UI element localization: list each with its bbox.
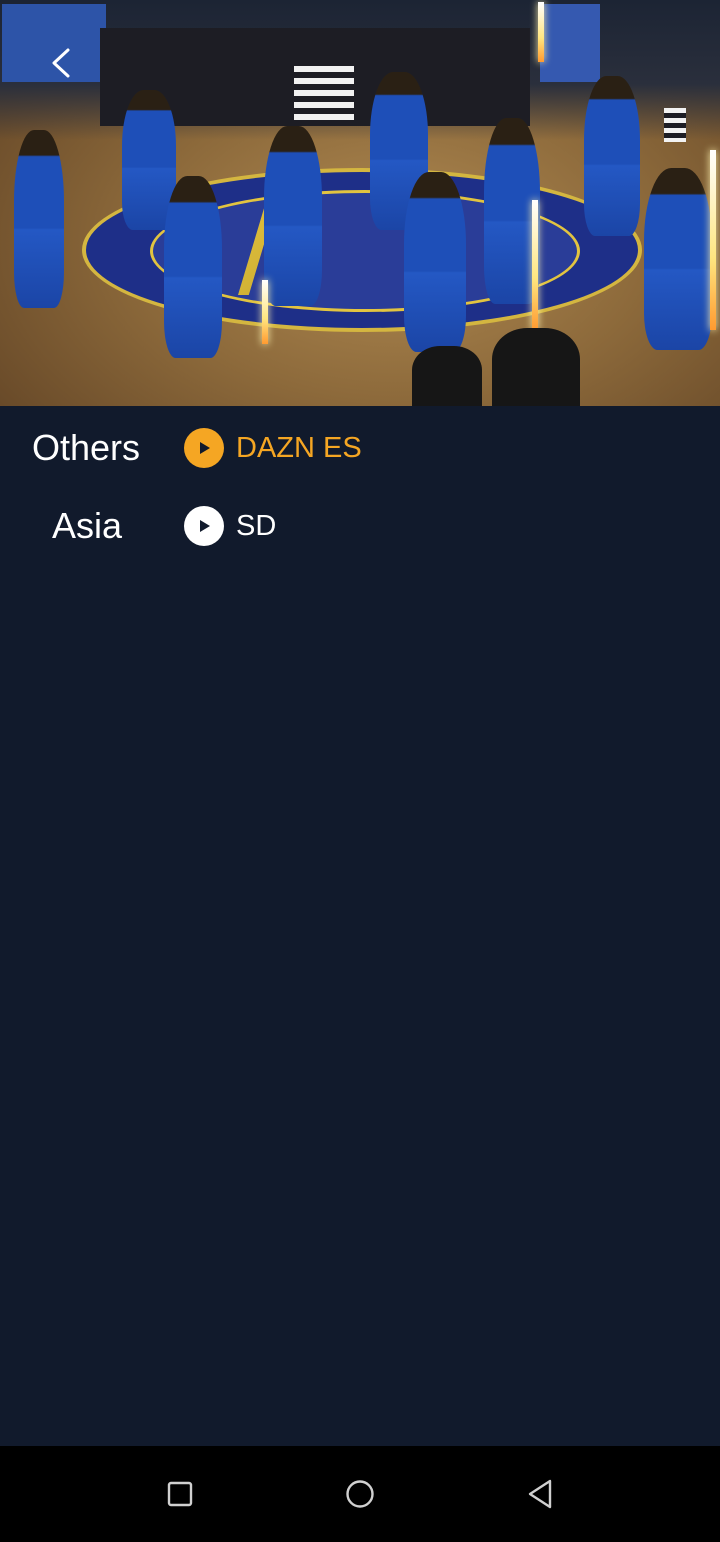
chevron-left-icon[interactable] bbox=[46, 46, 76, 80]
video-frame-spectator bbox=[492, 328, 580, 406]
video-frame-spectator bbox=[412, 346, 482, 406]
region-label: Asia bbox=[52, 505, 123, 546]
play-circle-icon[interactable] bbox=[184, 428, 224, 468]
circle-icon[interactable] bbox=[334, 1468, 386, 1520]
video-frame-dancer bbox=[164, 176, 222, 358]
stream-link-dazn-es[interactable]: DAZN ES bbox=[236, 431, 362, 465]
video-frame-dancer bbox=[404, 172, 466, 352]
video-frame-dancer bbox=[584, 76, 640, 236]
video-frame-light bbox=[710, 150, 716, 330]
video-frame-dancer bbox=[264, 126, 322, 306]
play-circle-icon[interactable] bbox=[184, 506, 224, 546]
video-frame-light bbox=[262, 280, 268, 344]
video-frame-light bbox=[532, 200, 538, 330]
triangle-back-icon[interactable] bbox=[514, 1468, 566, 1520]
video-frame-light bbox=[538, 2, 544, 62]
stream-row-others[interactable]: Others DAZN ES bbox=[0, 418, 720, 478]
video-frame-stripes bbox=[664, 108, 686, 142]
region-label: Others bbox=[32, 427, 141, 468]
app-screen: Others DAZN ES Asia SD bbox=[0, 0, 720, 1542]
video-frame-dancer bbox=[14, 130, 64, 308]
system-nav-bar bbox=[0, 1446, 720, 1542]
video-frame-stripes bbox=[294, 66, 354, 120]
stream-link-sd[interactable]: SD bbox=[236, 509, 276, 543]
video-frame-dancer bbox=[644, 168, 712, 350]
square-icon[interactable] bbox=[154, 1468, 206, 1520]
video-frame-banner bbox=[540, 4, 600, 82]
video-player[interactable] bbox=[0, 0, 720, 406]
stream-row-asia[interactable]: Asia SD bbox=[0, 496, 720, 556]
